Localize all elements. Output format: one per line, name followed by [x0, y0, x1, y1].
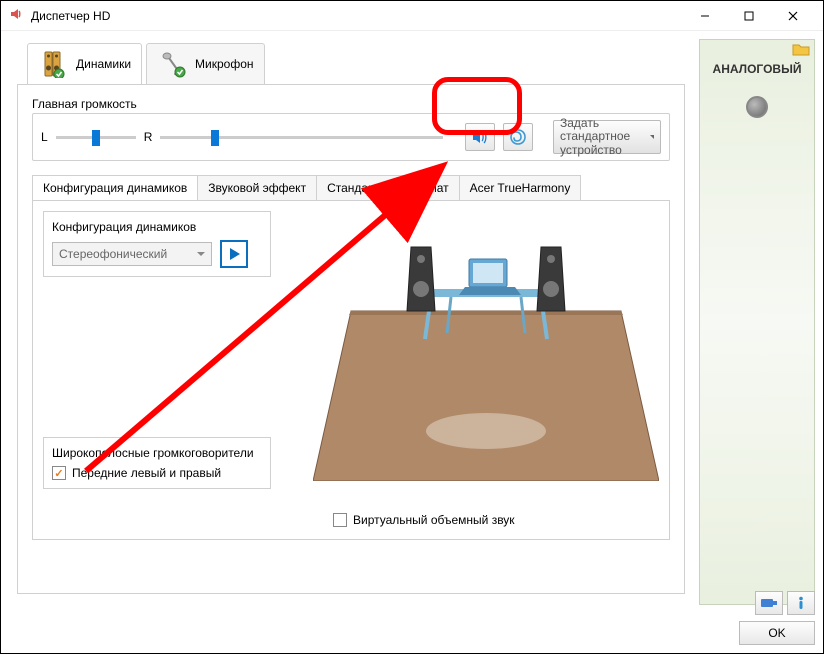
balance-left-label: L [41, 130, 48, 144]
speakers-tab-icon [38, 48, 70, 80]
main-volume-title: Главная громкость [32, 97, 670, 111]
set-default-device-button[interactable]: Задать стандартное устройство [553, 120, 661, 154]
titlebar: Диспетчер HD [1, 1, 823, 31]
sub-tab-trueharmony[interactable]: Acer TrueHarmony [459, 175, 582, 200]
speaker-sound-icon [471, 128, 489, 146]
chevron-down-icon [197, 250, 205, 258]
device-tabs: Динамики Микрофон [9, 39, 693, 84]
minimize-button[interactable] [683, 2, 727, 30]
bottom-bar: OK [739, 591, 815, 645]
sound-effects-button[interactable] [503, 123, 533, 151]
mute-button[interactable] [465, 123, 495, 151]
ok-button[interactable]: OK [739, 621, 815, 645]
connector-icon [760, 596, 778, 610]
main-area: Динамики Микрофон [1, 31, 823, 613]
virtual-surround-checkbox[interactable] [333, 513, 347, 527]
sub-tab-speaker-config[interactable]: Конфигурация динамиков [32, 175, 198, 200]
content-panel: Главная громкость L R [17, 84, 685, 594]
analog-panel: АНАЛОГОВЫЙ [699, 39, 815, 605]
swirl-icon [509, 128, 527, 146]
wideband-group: Широкополосные громкоговорители Передние… [43, 437, 271, 489]
main-volume-group: Главная громкость L R [32, 97, 670, 161]
chevron-down-icon [650, 133, 654, 141]
app-window: Диспетчер HD Дин [0, 0, 824, 654]
play-icon [227, 247, 241, 261]
close-button[interactable] [771, 2, 815, 30]
speaker-config-combo[interactable]: Стереофонический [52, 242, 212, 266]
maximize-button[interactable] [727, 2, 771, 30]
room-visualization [313, 211, 659, 481]
microphone-tab-icon [157, 48, 189, 80]
speaker-icon [9, 6, 25, 25]
wideband-title: Широкополосные громкоговорители [52, 446, 262, 460]
left-column: Динамики Микрофон [9, 39, 693, 605]
speaker-config-value: Стереофонический [59, 247, 167, 261]
device-settings-button[interactable] [755, 591, 783, 615]
test-play-button[interactable] [220, 240, 248, 268]
sub-tab-default-format[interactable]: Стандартный формат [316, 175, 460, 200]
main-volume-row: L R [32, 113, 670, 161]
info-icon [795, 596, 807, 610]
tab-microphone-label: Микрофон [195, 57, 253, 71]
folder-icon[interactable] [792, 42, 810, 59]
balance-slider[interactable] [56, 128, 136, 146]
info-button[interactable] [787, 591, 815, 615]
speaker-config-group: Конфигурация динамиков Стереофонический [43, 211, 271, 277]
tab-microphone[interactable]: Микрофон [146, 43, 264, 84]
volume-slider[interactable] [160, 128, 443, 146]
virtual-surround-row: Виртуальный объемный звук [333, 513, 515, 527]
speaker-config-label: Конфигурация динамиков [52, 220, 262, 234]
virtual-surround-label: Виртуальный объемный звук [353, 513, 515, 527]
set-default-label: Задать стандартное устройство [560, 117, 650, 157]
sub-tabs: Конфигурация динамиков Звуковой эффект С… [32, 175, 670, 200]
window-title: Диспетчер HD [31, 9, 683, 23]
front-lr-label: Передние левый и правый [72, 466, 221, 480]
analog-label: АНАЛОГОВЫЙ [706, 62, 808, 76]
sub-tab-content: Конфигурация динамиков Стереофонический [32, 200, 670, 540]
balance-right-label: R [144, 130, 153, 144]
tab-speakers-label: Динамики [76, 57, 131, 71]
tab-speakers[interactable]: Динамики [27, 43, 142, 84]
sub-tab-sound-effect[interactable]: Звуковой эффект [197, 175, 317, 200]
audio-jack[interactable] [746, 96, 768, 118]
front-lr-checkbox[interactable] [52, 466, 66, 480]
